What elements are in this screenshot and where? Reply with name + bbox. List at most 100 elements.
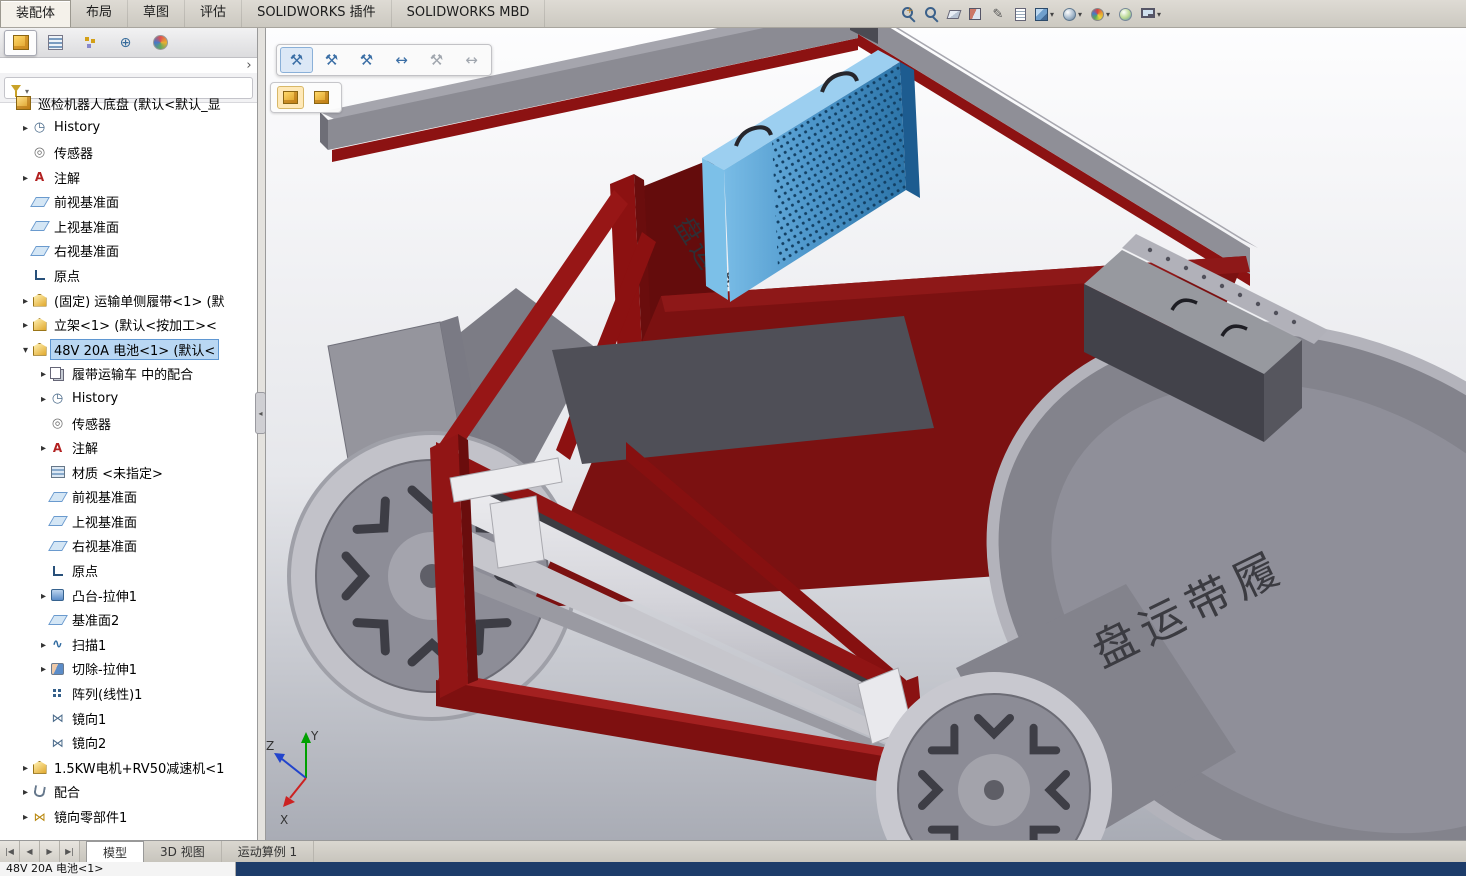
expand-arrow-icon[interactable] — [20, 293, 31, 308]
tree-item[interactable]: 传感器 — [0, 411, 257, 436]
previous-tab-icon[interactable]: ◀ — [20, 841, 40, 862]
expand-arrow-icon[interactable] — [38, 440, 49, 455]
expand-arrow-icon[interactable] — [38, 366, 49, 381]
tree-item[interactable]: History — [0, 386, 257, 411]
last-tab-icon[interactable]: ▶| — [60, 841, 80, 862]
tree-item[interactable]: 48V 20A 电池<1> (默认< — [0, 337, 257, 362]
left-mount-block[interactable] — [489, 495, 545, 569]
expand-arrow-icon[interactable] — [20, 170, 31, 185]
propertymanager-tab[interactable] — [39, 30, 72, 56]
tree-item[interactable]: 履带运输车 中的配合 — [0, 362, 257, 387]
view-toolbar — [900, 0, 1165, 28]
tree-item[interactable]: 前视基准面 — [0, 189, 257, 214]
first-tab-icon[interactable]: |◀ — [0, 841, 20, 862]
expand-arrow-icon[interactable] — [20, 317, 31, 332]
mate-width-icon[interactable]: ↔ — [385, 47, 418, 73]
view-orientation-icon[interactable] — [1033, 6, 1058, 23]
annotations-icon — [31, 169, 48, 185]
tree-item[interactable]: (固定) 运输单侧履带<1> (默 — [0, 288, 257, 313]
tree-item[interactable]: 前视基准面 — [0, 485, 257, 510]
dropdown-caret-icon — [1048, 10, 1056, 19]
tree-item[interactable]: 配合 — [0, 780, 257, 805]
plane-icon — [49, 538, 66, 554]
displaymanager-tab[interactable] — [144, 30, 177, 56]
mate-coincident-icon[interactable]: ⚒ — [280, 47, 313, 73]
dimxpertmanager-tab[interactable] — [109, 30, 142, 56]
part-icon — [31, 317, 48, 333]
configurationmanager-tab[interactable] — [74, 30, 107, 56]
3d-drawing-view-icon[interactable] — [1013, 6, 1030, 23]
expand-arrow-icon[interactable] — [20, 760, 31, 775]
mate-tangent-icon[interactable]: ⚒ — [420, 47, 453, 73]
tree-item[interactable]: 切除-拉伸1 — [0, 657, 257, 682]
panel-collapse-handle[interactable] — [255, 392, 266, 434]
document-tab[interactable]: 模型 — [86, 841, 145, 862]
status-selection: 48V 20A 电池<1> — [0, 862, 236, 876]
panel-flyout-arrow[interactable]: › — [241, 58, 257, 73]
tree-item[interactable]: 巡检机器人底盘 (默认<默认_显 — [0, 91, 257, 116]
next-tab-icon[interactable]: ▶ — [40, 841, 60, 862]
expand-arrow-icon[interactable] — [38, 588, 49, 603]
apply-scene-icon[interactable] — [1117, 6, 1136, 23]
expand-arrow-icon[interactable] — [20, 120, 31, 135]
breadcrumb-assembly-icon[interactable] — [277, 86, 304, 109]
view-settings-icon[interactable] — [1139, 7, 1165, 21]
zoom-to-fit-icon[interactable] — [900, 6, 920, 22]
tree-item[interactable]: 原点 — [0, 558, 257, 583]
mate-distance-icon[interactable]: ↔ — [455, 47, 488, 73]
tree-item[interactable]: 基准面2 — [0, 607, 257, 632]
expand-arrow-icon[interactable] — [38, 661, 49, 676]
breadcrumb-component-icon[interactable] — [308, 86, 335, 109]
ribbon-tab[interactable]: SOLIDWORKS MBD — [392, 0, 546, 27]
section-view-icon[interactable] — [967, 6, 985, 22]
edit-appearance-icon[interactable] — [1089, 6, 1114, 23]
ribbon-tab[interactable]: 装配体 — [0, 0, 72, 27]
ribbon-tab[interactable]: SOLIDWORKS 插件 — [242, 0, 392, 27]
mate-perpendicular-icon[interactable]: ⚒ — [350, 47, 383, 73]
expand-arrow-icon[interactable] — [20, 342, 31, 357]
expand-arrow-icon[interactable] — [38, 637, 49, 652]
tree-item[interactable]: History — [0, 116, 257, 141]
ribbon-tab[interactable]: 评估 — [185, 0, 243, 27]
tree-item[interactable]: 注解 — [0, 435, 257, 460]
zoom-to-area-icon[interactable] — [923, 6, 943, 22]
tree-item[interactable]: 凸台-拉伸1 — [0, 583, 257, 608]
tree-item-label: 注解 — [54, 171, 81, 187]
tree-item[interactable]: 镜向2 — [0, 730, 257, 755]
tree-item[interactable]: 材质 <未指定> — [0, 460, 257, 485]
tree-item[interactable]: 镜向零部件1 — [0, 804, 257, 829]
tree-item[interactable]: 立架<1> (默认<按加工>< — [0, 312, 257, 337]
tree-item-label: 传感器 — [54, 146, 94, 162]
tree-item[interactable]: 右视基准面 — [0, 239, 257, 264]
tree-item[interactable]: 传感器 — [0, 140, 257, 165]
model-canvas[interactable]: 盘运带履 Y Z X — [266, 28, 1466, 840]
ribbon-tab[interactable]: 布局 — [71, 0, 129, 27]
tree-item-label: 上视基准面 — [54, 220, 120, 236]
expand-arrow-icon[interactable] — [20, 784, 31, 799]
tree-item[interactable]: 上视基准面 — [0, 214, 257, 239]
ribbon-tab[interactable]: 草图 — [128, 0, 186, 27]
panel-splitter[interactable] — [258, 28, 266, 840]
mate-parallel-icon[interactable]: ⚒ — [315, 47, 348, 73]
graphics-area[interactable]: 盘运带履 Y Z X ⚒ ⚒ ⚒ ↔ ⚒ ↔ — [266, 28, 1466, 840]
document-tab[interactable]: 运动算例 1 — [222, 841, 315, 862]
tree-item-label: History — [72, 390, 119, 406]
display-style-icon[interactable] — [1061, 6, 1086, 23]
tree-item[interactable]: 原点 — [0, 263, 257, 288]
document-tab[interactable]: 3D 视图 — [144, 841, 222, 862]
sensors-icon — [49, 415, 66, 431]
tree-item[interactable]: 上视基准面 — [0, 509, 257, 534]
tree-item-label: 前视基准面 — [54, 196, 120, 212]
tree-item[interactable]: 阵列(线性)1 — [0, 681, 257, 706]
tree-item[interactable]: 1.5KW电机+RV50减速机<1 — [0, 755, 257, 780]
tree-item[interactable]: 右视基准面 — [0, 534, 257, 559]
sweep-icon — [49, 636, 66, 652]
annotation-sketch-icon[interactable] — [988, 4, 1010, 24]
tree-item[interactable]: 镜向1 — [0, 706, 257, 731]
expand-arrow-icon[interactable] — [20, 809, 31, 824]
tree-item[interactable]: 扫描1 — [0, 632, 257, 657]
expand-arrow-icon[interactable] — [38, 391, 49, 406]
previous-view-icon[interactable] — [946, 8, 964, 21]
tree-item[interactable]: 注解 — [0, 165, 257, 190]
featuremanager-tab[interactable] — [4, 29, 37, 56]
